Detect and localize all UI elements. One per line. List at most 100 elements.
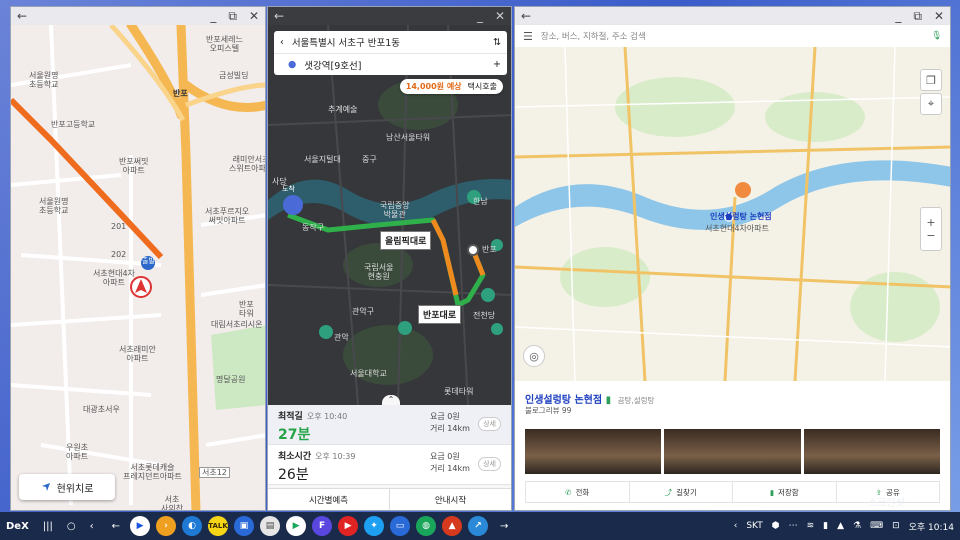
my-location-button[interactable]: ◎ xyxy=(523,345,545,367)
app-icon-kakaotalk[interactable]: TALK xyxy=(208,516,229,536)
time-forecast-button[interactable]: 시간별예측 xyxy=(268,489,389,510)
window-titlebar[interactable]: ← _ ⧉ ✕ xyxy=(515,7,950,25)
map-label: 201 xyxy=(111,222,127,231)
maximize-button[interactable]: ⧉ xyxy=(228,7,237,25)
route-detail-button[interactable]: 상세 xyxy=(478,417,501,431)
app-icon-play[interactable]: ▶ xyxy=(130,516,151,536)
map-label: 국립서울 현충원 xyxy=(364,263,394,281)
close-button[interactable]: ✕ xyxy=(934,7,944,25)
place-category: 곰탕,설렁탕 xyxy=(617,396,655,405)
app-icon-internet[interactable]: ◐ xyxy=(182,516,203,536)
back-button[interactable]: ← xyxy=(17,7,27,25)
more-icon[interactable]: ⋯ xyxy=(789,521,798,531)
map-label: 서울지털대 xyxy=(304,155,341,164)
zoom-in-icon[interactable]: + xyxy=(926,216,935,229)
place-photos[interactable] xyxy=(525,429,940,474)
place-card: 인생설렁탕 논현점 ▮ 곰탕,설렁탕 불로그리뷰 99 ✆ 전화 ⤴ 길찾기 ▮ 저장… xyxy=(515,381,950,510)
route-options-panel: ⌃ 최적길 오후 10:40 27분 요금 0원 거리 14km 상세 최소시간 오후… xyxy=(268,395,511,510)
recent-apps-icon[interactable]: ||| xyxy=(43,521,53,532)
phone-icon: ✆ xyxy=(565,487,572,497)
app-icon-brave[interactable]: ▲ xyxy=(442,516,463,536)
notification-icon[interactable]: ⬢ xyxy=(772,521,780,531)
call-button[interactable]: ✆ 전화 xyxy=(526,482,629,502)
map-pin-label: 인생설렁탕 논현점 xyxy=(710,212,772,221)
action-label: 전화 xyxy=(575,487,590,497)
minimize-button[interactable]: _ xyxy=(895,7,901,25)
swap-icon[interactable]: ⇅ xyxy=(493,37,501,48)
place-title[interactable]: 인생설렁탕 논현점 ▮ 곰탕,설렁탕 xyxy=(525,391,654,406)
destination-field[interactable]: ● 샛강역[9호선] + xyxy=(274,53,507,75)
app-icon-chat[interactable]: ◍ xyxy=(416,516,437,536)
mic-icon[interactable]: 🎙 xyxy=(931,31,942,41)
keyboard-icon[interactable]: ⌨ xyxy=(870,521,883,531)
scroll-right-icon[interactable]: → xyxy=(500,521,508,532)
origin-field[interactable]: ‹ 서울특별시 서초구 반포1동 ⇅ xyxy=(274,31,507,53)
route-bottom-bar: 시간별예측 안내시작 xyxy=(268,488,511,510)
map-label: 금성빌딩 xyxy=(219,71,249,80)
close-button[interactable]: ✕ xyxy=(249,7,259,25)
app-icon-play-store[interactable]: ▶ xyxy=(286,516,307,536)
app-icon-f[interactable]: F xyxy=(312,516,333,536)
expand-tray-icon[interactable]: ▲ xyxy=(837,521,844,531)
place-photo[interactable] xyxy=(664,429,801,474)
street-map[interactable]: 반포세레느 오피스텔 서울원명 초등학교 금성빌딩 반포 반포고등학교 반포써밋… xyxy=(11,25,265,510)
close-button[interactable]: ✕ xyxy=(495,7,505,25)
directions-button[interactable]: ⤴ 길찾기 xyxy=(628,482,733,502)
tray-back-icon[interactable]: ‹ xyxy=(734,521,738,531)
navigation-arrow-icon xyxy=(41,483,50,491)
back-button[interactable]: ← xyxy=(274,7,284,25)
add-waypoint-icon[interactable]: + xyxy=(493,59,501,70)
screenshot-icon[interactable]: ⊡ xyxy=(892,521,900,531)
battery-icon[interactable]: ▮ xyxy=(823,521,828,531)
map-marker-start[interactable]: 출발 xyxy=(142,257,155,266)
back-nav-icon[interactable]: ‹ xyxy=(90,521,94,532)
taxi-fare-chip[interactable]: 14,000원 예상 택시호출 xyxy=(399,79,503,94)
scroll-left-icon[interactable]: ← xyxy=(112,521,120,532)
map-label: 명달공원 xyxy=(216,375,246,384)
current-location-label: 현위치로 xyxy=(56,483,94,495)
save-button[interactable]: ▮ 저장함 xyxy=(732,482,836,502)
app-icon-youtube[interactable]: ▶ xyxy=(338,516,359,536)
app-icon-bird[interactable]: ✦ xyxy=(364,516,385,536)
place-photo[interactable] xyxy=(803,429,940,474)
home-icon[interactable]: ○ xyxy=(67,521,76,532)
app-icon-kakao-map[interactable]: › xyxy=(156,516,177,536)
menu-icon[interactable]: ☰ xyxy=(523,30,533,43)
map-label: 전천당 xyxy=(473,311,496,320)
expand-chevron-icon[interactable]: ⌃ xyxy=(382,395,400,405)
overview-map[interactable]: 인생설렁탕 논현점 서초현대4차아파트 ❐ ⌖ + − ◎ xyxy=(515,47,950,381)
flask-icon[interactable]: ⚗ xyxy=(853,521,861,531)
app-icon-files[interactable]: ▤ xyxy=(260,516,281,536)
screenshot-watermark: 스크린샷 xyxy=(868,498,905,509)
map-label: 반포세레느 오피스텔 xyxy=(206,35,243,53)
route-option[interactable]: 최적길 오후 10:40 27분 요금 0원 거리 14km 상세 xyxy=(268,405,511,445)
destination-marker[interactable]: 도착 xyxy=(282,185,295,194)
dex-button[interactable]: DeX xyxy=(6,521,29,532)
route-arrival: 오후 10:40 xyxy=(306,412,348,421)
app-icon-share[interactable]: ↗ xyxy=(468,516,489,536)
back-chevron-icon[interactable]: ‹ xyxy=(280,37,284,48)
current-location-button[interactable]: 현위치로 xyxy=(19,474,115,500)
place-photo[interactable] xyxy=(525,429,662,474)
maximize-button[interactable]: ⧉ xyxy=(913,7,922,25)
zoom-control[interactable]: + − xyxy=(920,207,942,251)
location-pin-button[interactable]: ⌖ xyxy=(920,93,942,115)
place-search-bar[interactable]: ☰ 장소, 버스, 지하철, 주소 검색 🎙 xyxy=(515,25,950,47)
route-detail-button[interactable]: 상세 xyxy=(478,457,501,471)
map-label: 반포 xyxy=(173,89,188,98)
window-titlebar[interactable]: ← _ ✕ xyxy=(268,7,511,25)
back-button[interactable]: ← xyxy=(521,7,531,25)
window-titlebar[interactable]: ← _ ⧉ ✕ xyxy=(11,7,265,25)
route-option[interactable]: 최소시간 오후 10:39 26분 요금 0원 거리 14km 상세 xyxy=(268,445,511,485)
layers-button[interactable]: ❐ xyxy=(920,69,942,91)
zoom-out-icon[interactable]: − xyxy=(926,229,935,242)
road-label-banpo: 반포대로 xyxy=(418,305,462,324)
app-icon-book[interactable]: ▭ xyxy=(390,516,411,536)
minimize-button[interactable]: _ xyxy=(477,7,483,25)
route-name: 최적길 xyxy=(278,412,303,422)
start-navigation-button[interactable]: 안내시작 xyxy=(389,489,511,510)
app-icon-zoom[interactable]: ▣ xyxy=(234,516,255,536)
minimize-button[interactable]: _ xyxy=(210,7,216,25)
wifi-icon[interactable]: ≋ xyxy=(807,521,815,531)
route-distance: 거리 14km xyxy=(430,464,470,473)
